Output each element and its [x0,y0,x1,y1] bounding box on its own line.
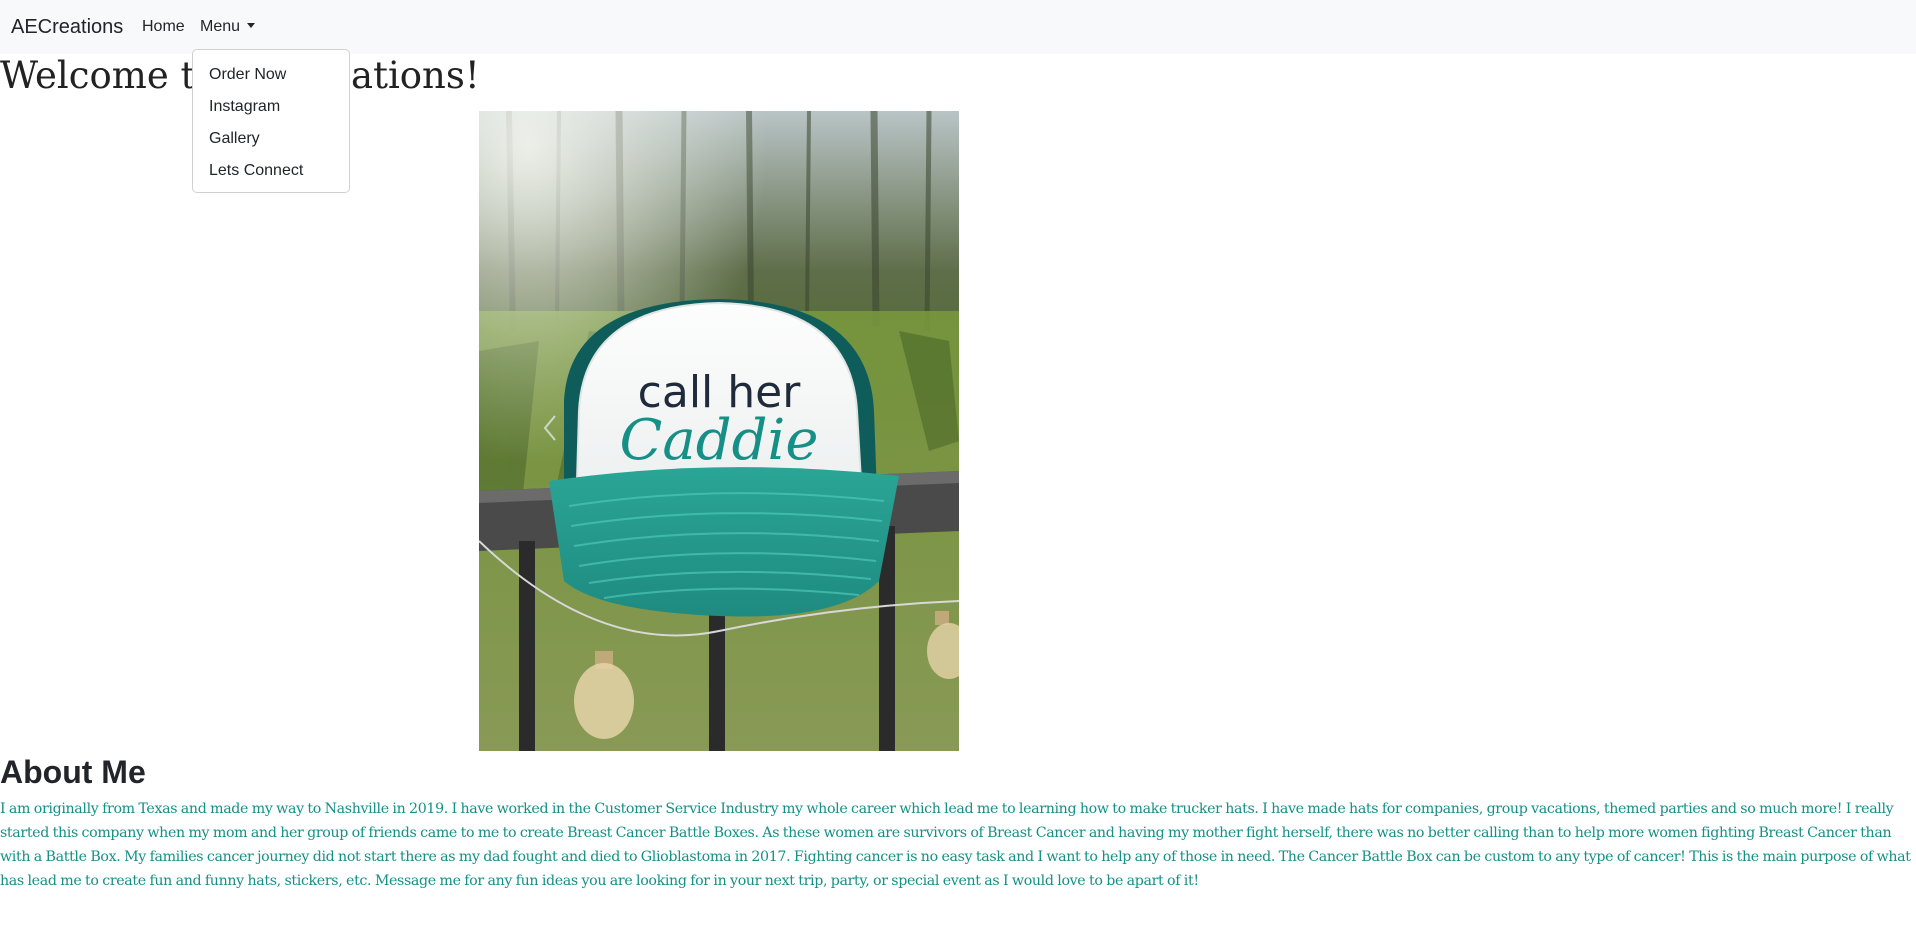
about-paragraph: I am originally from Texas and made my w… [0,801,1911,889]
image-carousel: call her Caddie [479,111,959,751]
caret-down-icon [247,23,256,28]
dropdown-item-gallery[interactable]: Gallery [209,129,260,149]
navbar-brand[interactable]: AECreations [11,14,123,40]
hat-text-line2: Caddie [620,408,819,473]
nav-home-link[interactable]: Home [142,17,185,37]
carousel-prev-button[interactable] [479,111,629,751]
navbar: AECreations Home Menu [0,0,1916,54]
nav-menu-dropdown-toggle[interactable]: Menu [200,17,256,37]
nav-menu-label: Menu [200,18,241,35]
dropdown-item-instagram[interactable]: Instagram [209,97,280,117]
dropdown-item-lets-connect[interactable]: Lets Connect [209,161,303,181]
chevron-left-icon [543,415,556,441]
dropdown-item-order-now[interactable]: Order Now [209,65,286,85]
about-heading: About Me [0,754,146,790]
menu-dropdown: Order Now Instagram Gallery Lets Connect [192,49,350,193]
